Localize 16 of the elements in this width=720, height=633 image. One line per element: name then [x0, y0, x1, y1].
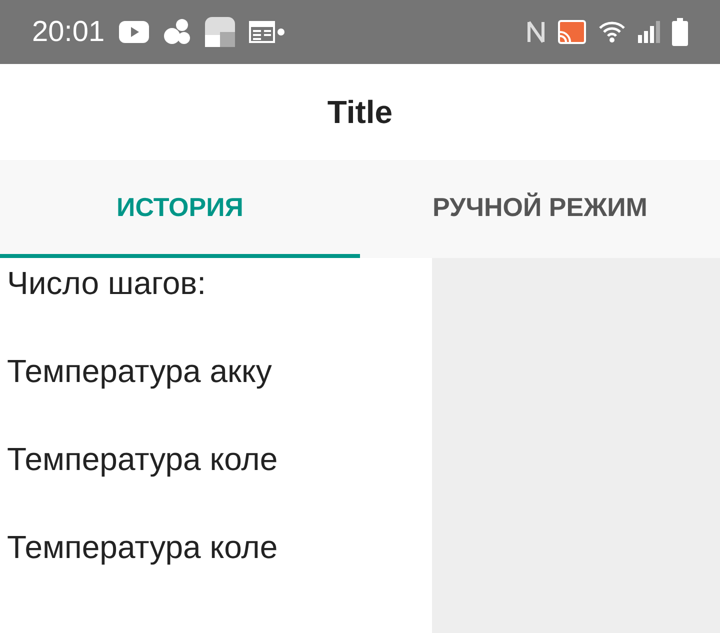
- status-time: 20:01: [32, 16, 105, 48]
- field-label: Число шагов:: [7, 264, 208, 302]
- tile-icon: [204, 17, 235, 47]
- wifi-icon: [598, 20, 626, 44]
- field-label: Температура коле: [7, 440, 279, 478]
- newspaper-icon: [248, 20, 285, 44]
- app-title: Title: [327, 94, 393, 130]
- tab[interactable]: РУЧНОЙ РЕЖИМ: [360, 160, 720, 258]
- cast-icon: [558, 20, 586, 44]
- nfc-icon: [526, 19, 546, 45]
- signal-icon: [638, 21, 660, 43]
- field-label: Температура коле: [7, 528, 279, 566]
- play-icon: [118, 21, 149, 43]
- field-label: Температура акку: [7, 352, 273, 390]
- battery-icon: [672, 18, 688, 46]
- bubbles-icon: [162, 19, 191, 45]
